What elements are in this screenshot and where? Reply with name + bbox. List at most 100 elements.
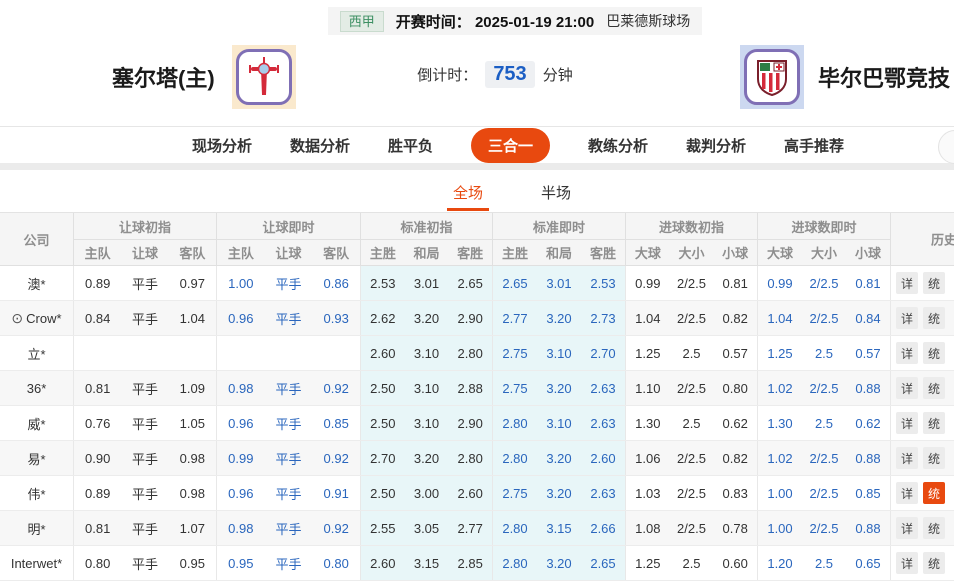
company-name: 威*	[27, 414, 45, 433]
odds-value: 平手	[265, 406, 313, 440]
odds-value: 2.77	[493, 301, 537, 335]
history-cell: 详统	[891, 301, 954, 335]
odds-group: 2.533.012.65	[361, 266, 493, 300]
table-row: 威*0.76平手1.050.96平手0.852.503.102.902.803.…	[0, 406, 954, 441]
stats-button[interactable]: 统	[923, 517, 945, 539]
nav-tab-4[interactable]: 三合一	[471, 128, 550, 163]
nav-tab-7[interactable]: 高手推荐	[784, 135, 844, 156]
detail-button[interactable]: 详	[896, 412, 918, 434]
odds-value: 0.91	[312, 476, 360, 510]
section-divider	[0, 163, 954, 170]
odds-value: 2/2.5	[670, 266, 714, 300]
odds-group: 0.96平手0.91	[217, 476, 361, 510]
odds-value: 0.62	[713, 406, 757, 440]
odds-value: 2.55	[361, 511, 405, 545]
odds-value: 1.05	[169, 406, 216, 440]
stats-button[interactable]: 统	[923, 377, 945, 399]
column-header: 客队	[312, 240, 360, 265]
odds-group: 0.992/2.50.81	[758, 266, 891, 300]
history-cell: 详统	[891, 406, 954, 440]
odds-group: 1.042/2.50.82	[626, 301, 758, 335]
away-team-logo	[740, 45, 804, 109]
odds-group: 0.89平手0.98	[74, 476, 217, 510]
nav-tab-5[interactable]: 教练分析	[588, 135, 648, 156]
odds-value: 平手	[265, 266, 313, 300]
odds-value: 0.92	[312, 371, 360, 405]
odds-value: 0.96	[217, 301, 265, 335]
odds-group: 2.603.102.80	[361, 336, 493, 370]
stats-button[interactable]: 统	[923, 307, 945, 329]
detail-button[interactable]: 详	[896, 482, 918, 504]
odds-value: 0.81	[74, 511, 121, 545]
odds-value: 0.84	[74, 301, 121, 335]
odds-group: 2.753.202.63	[493, 476, 626, 510]
detail-button[interactable]: 详	[896, 342, 918, 364]
odds-value: 0.85	[312, 406, 360, 440]
stats-button[interactable]: 统	[923, 552, 945, 574]
odds-group: 0.992/2.50.81	[626, 266, 758, 300]
bilbao-crest-icon	[744, 49, 800, 105]
detail-button[interactable]: 详	[896, 307, 918, 329]
odds-group: 2.753.202.63	[493, 371, 626, 405]
odds-group: 1.062/2.50.82	[626, 441, 758, 475]
odds-value: 2.80	[493, 546, 537, 580]
nav-tab-1[interactable]: 现场分析	[192, 135, 252, 156]
nav-tab-6[interactable]: 裁判分析	[686, 135, 746, 156]
nav-tab-2[interactable]: 数据分析	[290, 135, 350, 156]
group-header-label: 标准初指	[361, 213, 492, 240]
odds-group: 0.81平手1.09	[74, 371, 217, 405]
odds-group: 2.503.102.90	[361, 406, 493, 440]
subtab-1[interactable]: 全场	[447, 172, 489, 211]
nav-tab-3[interactable]: 胜平负	[388, 135, 433, 156]
stats-button[interactable]: 统	[923, 272, 945, 294]
stats-button[interactable]: 统	[923, 342, 945, 364]
subtab-2[interactable]: 半场	[535, 172, 577, 211]
group-subheaders: 大球大小小球	[758, 240, 890, 265]
odds-value: 0.97	[169, 266, 216, 300]
odds-value: 1.06	[626, 441, 670, 475]
odds-value: 1.02	[758, 371, 802, 405]
odds-value: 2.5	[802, 406, 846, 440]
match-info-strip: 西甲 开赛时间： 2025-01-19 21:00 巴莱德斯球场	[328, 7, 702, 35]
stats-button[interactable]: 统	[923, 482, 945, 504]
odds-value: 2.75	[493, 336, 537, 370]
odds-value: 2.5	[670, 406, 714, 440]
stats-button[interactable]: 统	[923, 412, 945, 434]
group-header-label: 进球数初指	[626, 213, 757, 240]
odds-value: 3.20	[405, 441, 449, 475]
odds-value: 0.99	[217, 441, 265, 475]
odds-value	[312, 336, 360, 370]
odds-value: 平手	[121, 371, 168, 405]
odds-value: 1.09	[169, 371, 216, 405]
floating-button-partial[interactable]	[938, 130, 954, 164]
odds-value: 0.82	[713, 301, 757, 335]
company-name: 易*	[27, 449, 45, 468]
league-badge: 西甲	[340, 11, 384, 32]
odds-value: 0.89	[74, 476, 121, 510]
odds-value: 2.65	[448, 266, 492, 300]
odds-group	[217, 336, 361, 370]
odds-value: 3.00	[405, 476, 449, 510]
odds-value: 2.60	[581, 441, 625, 475]
company-column-header: 公司	[0, 213, 74, 265]
odds-value: 2.50	[361, 476, 405, 510]
odds-value: 3.10	[405, 371, 449, 405]
odds-group: 0.80平手0.95	[74, 546, 217, 580]
detail-button[interactable]: 详	[896, 552, 918, 574]
odds-value: 0.81	[713, 266, 757, 300]
odds-group: 2.703.202.80	[361, 441, 493, 475]
group-header-label: 标准即时	[493, 213, 625, 240]
odds-value: 2/2.5	[670, 371, 714, 405]
detail-button[interactable]: 详	[896, 377, 918, 399]
detail-button[interactable]: 详	[896, 447, 918, 469]
odds-value: 0.86	[312, 266, 360, 300]
detail-button[interactable]: 详	[896, 272, 918, 294]
stats-button[interactable]: 统	[923, 447, 945, 469]
odds-value: 2.80	[448, 336, 492, 370]
odds-group: 1.082/2.50.78	[626, 511, 758, 545]
odds-value: 2.62	[361, 301, 405, 335]
odds-value: 平手	[121, 511, 168, 545]
detail-button[interactable]: 详	[896, 517, 918, 539]
group-subheaders: 主队让球客队	[217, 240, 360, 265]
odds-group: 1.252.50.57	[758, 336, 891, 370]
